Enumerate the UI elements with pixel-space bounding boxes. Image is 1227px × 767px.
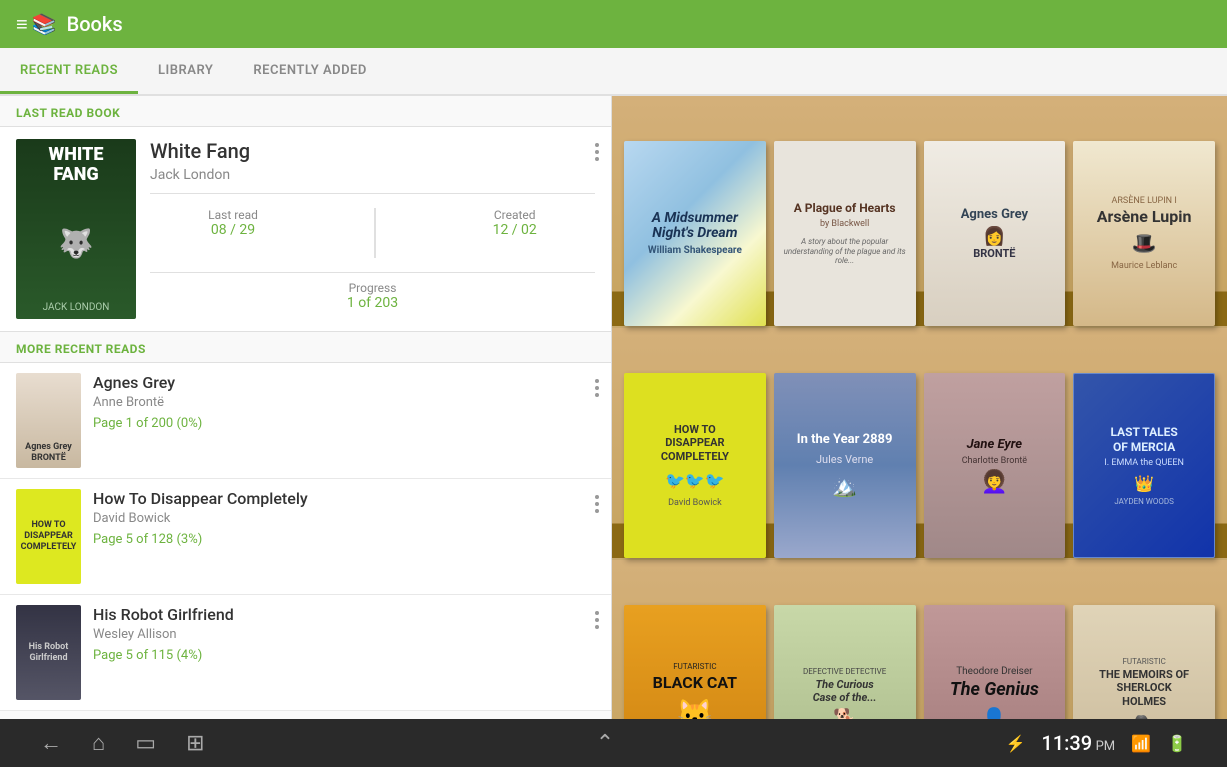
usb-icon: ⚡ <box>1005 734 1025 753</box>
bottom-bar: ← ⌂ ▭ ⊞ ⌃ ⚡ 11:39 PM 📶 🔋 <box>0 719 1227 767</box>
shelf-book[interactable]: Theodore Dreiser The Genius 👤 <box>920 605 1070 719</box>
tab-recent-reads[interactable]: Recent Reads <box>0 50 138 94</box>
scroll-up-button[interactable]: ⌃ <box>596 731 614 756</box>
back-button[interactable]: ← <box>40 730 62 756</box>
agnes-grey-cover: Agnes GreyBRONTË <box>16 373 81 468</box>
created-label: Created <box>493 208 537 222</box>
shelf-book[interactable]: A Midsummer Night's Dream William Shakes… <box>620 141 770 326</box>
shelf-book[interactable]: A Plague of Hearts by Blackwell A story … <box>770 141 920 326</box>
meta-section: Last read 08 / 29 Created 12 / 02 Progre… <box>150 193 595 311</box>
clock-ampm: PM <box>1096 739 1116 754</box>
shelf-row-1: A Midsummer Night's Dream William Shakes… <box>612 96 1227 326</box>
shelf-book[interactable]: Jane Eyre Charlotte Brontë 👩‍🦱 <box>920 373 1070 558</box>
nav-tabs: Recent Reads Library Recently Added <box>0 48 1227 96</box>
list-item[interactable]: Agnes GreyBRONTË Agnes Grey Anne Brontë … <box>0 363 611 479</box>
last-read-title: White Fang <box>150 139 595 163</box>
last-read-info: White Fang Jack London Last read 08 / 29… <box>150 139 595 319</box>
sherlock-cover: FUTARISTIC THE MEMOIRS OFSHERLOCKHOLMES … <box>1073 605 1215 719</box>
shelf-book[interactable]: In the Year 2889 Jules Verne 🏔️ <box>770 373 920 558</box>
shelf-row-2: HOW TODISAPPEARCOMPLETELY 🐦🐦🐦 David Bowi… <box>612 328 1227 558</box>
black-cat-cover: FUTARISTIC BLACK CAT 🐱 <box>624 605 766 719</box>
meta-created: Created 12 / 02 <box>493 208 537 258</box>
app-title: Books <box>67 12 123 36</box>
main-content: Last Read Book WHITEFANG 🐺 JACK LONDON W… <box>0 96 1227 719</box>
disappear-progress: Page 5 of 128 (3%) <box>93 532 595 547</box>
robot-author: Wesley Allison <box>93 627 595 642</box>
shelf-book[interactable]: HOW TODISAPPEARCOMPLETELY 🐦🐦🐦 David Bowi… <box>620 373 770 558</box>
progress-value: 1 of 203 <box>150 295 595 311</box>
agnes-grey-author: Anne Brontë <box>93 395 595 410</box>
last-read-label: Last read <box>208 208 258 222</box>
more-options-robot[interactable] <box>595 611 599 629</box>
nav-group-left: ← ⌂ ▭ ⊞ <box>40 730 205 756</box>
list-item[interactable]: HOW TODISAPPEARCOMPLETELY How To Disappe… <box>0 479 611 595</box>
meta-row-dates: Last read 08 / 29 Created 12 / 02 <box>150 202 595 264</box>
disappear-info: How To Disappear Completely David Bowick… <box>93 489 595 547</box>
year2889-cover: In the Year 2889 Jules Verne 🏔️ <box>774 373 916 558</box>
disappear-cover: HOW TODISAPPEARCOMPLETELY <box>16 489 81 584</box>
clock-time: 11:39 <box>1041 731 1092 755</box>
more-options-disappear[interactable] <box>595 495 599 513</box>
tab-library[interactable]: Library <box>138 50 233 94</box>
robot-cover: His RobotGirlfriend <box>16 605 81 700</box>
screenshot-button[interactable]: ⊞ <box>186 731 204 756</box>
last-read-header: Last Read Book <box>0 96 611 127</box>
app-icon: ≡ 📚 <box>16 12 57 37</box>
shelf-book[interactable]: ARSÈNE LUPIN I Arsène Lupin 🎩 Maurice Le… <box>1069 141 1219 326</box>
last-read-card[interactable]: WHITEFANG 🐺 JACK LONDON White Fang Jack … <box>0 127 611 332</box>
more-options-agnes[interactable] <box>595 379 599 397</box>
recents-button[interactable]: ▭ <box>135 731 156 756</box>
robot-info: His Robot Girlfriend Wesley Allison Page… <box>93 605 595 663</box>
agnes-grey-progress: Page 1 of 200 (0%) <box>93 416 595 431</box>
shelf-book[interactable]: FUTARISTIC BLACK CAT 🐱 <box>620 605 770 719</box>
disappear-shelf-cover: HOW TODISAPPEARCOMPLETELY 🐦🐦🐦 David Bowi… <box>624 373 766 558</box>
agnes-grey-shelf-cover: Agnes Grey 👩 BRONTË <box>924 141 1066 326</box>
time-display: 11:39 PM <box>1041 731 1115 755</box>
robot-title: His Robot Girlfriend <box>93 605 595 624</box>
bookshelf: A Midsummer Night's Dream William Shakes… <box>612 96 1227 719</box>
last-read-date: 08 / 29 <box>208 222 258 238</box>
jane-eyre-cover: Jane Eyre Charlotte Brontë 👩‍🦱 <box>924 373 1066 558</box>
shelf-book[interactable]: LAST TALESOF MERCIA I. EMMA the QUEEN 👑 … <box>1069 373 1219 558</box>
plague-cover: A Plague of Hearts by Blackwell A story … <box>774 141 916 326</box>
last-tales-cover: LAST TALESOF MERCIA I. EMMA the QUEEN 👑 … <box>1073 373 1215 558</box>
shelf-row-3: FUTARISTIC BLACK CAT 🐱 DEFECTIVE DETECTI… <box>612 560 1227 719</box>
curious-case-cover: DEFECTIVE DETECTIVE The CuriousCase of t… <box>774 605 916 719</box>
status-bar-right: ⚡ 11:39 PM 📶 🔋 <box>1005 731 1187 755</box>
more-recent-header: More Recent Reads <box>0 332 611 363</box>
battery-icon: 🔋 <box>1167 734 1187 753</box>
arsene-cover: ARSÈNE LUPIN I Arsène Lupin 🎩 Maurice Le… <box>1073 141 1215 326</box>
shelf-book[interactable]: FUTARISTIC THE MEMOIRS OFSHERLOCKHOLMES … <box>1069 605 1219 719</box>
shelf-book[interactable]: DEFECTIVE DETECTIVE The CuriousCase of t… <box>770 605 920 719</box>
last-read-cover: WHITEFANG 🐺 JACK LONDON <box>16 139 136 319</box>
created-date: 12 / 02 <box>493 222 537 238</box>
tab-recently-added[interactable]: Recently Added <box>233 50 386 94</box>
agnes-grey-title: Agnes Grey <box>93 373 595 392</box>
left-panel: Last Read Book WHITEFANG 🐺 JACK LONDON W… <box>0 96 612 719</box>
robot-progress: Page 5 of 115 (4%) <box>93 648 595 663</box>
midsummer-cover: A Midsummer Night's Dream William Shakes… <box>624 141 766 326</box>
wifi-icon: 📶 <box>1131 734 1151 753</box>
home-button[interactable]: ⌂ <box>92 730 105 756</box>
meta-last-read: Last read 08 / 29 <box>208 208 258 258</box>
progress-label: Progress <box>150 281 595 295</box>
shelf-book[interactable]: Agnes Grey 👩 BRONTË <box>920 141 1070 326</box>
disappear-title: How To Disappear Completely <box>93 489 595 508</box>
agnes-grey-info: Agnes Grey Anne Brontë Page 1 of 200 (0%… <box>93 373 595 431</box>
dreiser-cover: Theodore Dreiser The Genius 👤 <box>924 605 1066 719</box>
top-bar: ≡ 📚 Books <box>0 0 1227 48</box>
more-options-last-read[interactable] <box>595 143 599 161</box>
last-read-author: Jack London <box>150 167 595 183</box>
list-item[interactable]: His RobotGirlfriend His Robot Girlfriend… <box>0 595 611 711</box>
disappear-author: David Bowick <box>93 511 595 526</box>
